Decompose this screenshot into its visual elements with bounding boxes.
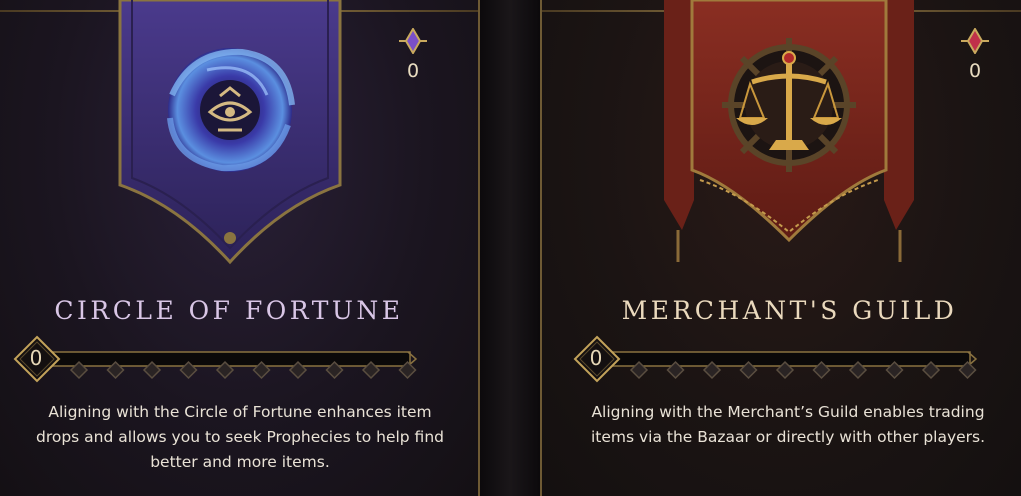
faction-card-circle-of-fortune[interactable]: 0 CIRCLE OF FORTUNE 0 Aligning with the …	[0, 0, 480, 496]
merchants-guild-banner	[664, 0, 914, 262]
swirl-eye-emblem-icon	[167, 48, 295, 172]
reputation-progress-track: 0	[12, 334, 418, 384]
faction-description: Aligning with the Merchant’s Guild enabl…	[590, 403, 986, 446]
currency-counter: 0	[393, 28, 433, 82]
faction-title: MERCHANT'S GUILD	[621, 296, 958, 325]
progress-bar	[573, 335, 978, 383]
progress-bar	[13, 335, 418, 383]
scales-wheel-emblem-icon	[722, 38, 856, 172]
purple-gem-icon	[399, 28, 427, 54]
reputation-progress-track: 0	[572, 334, 978, 384]
faction-card-merchants-guild[interactable]: 0 MERCHANT'S GUILD 0 Aligning with the M…	[540, 0, 1021, 496]
faction-title: CIRCLE OF FORTUNE	[54, 296, 404, 325]
reputation-level: 0	[589, 346, 603, 370]
circle-of-fortune-banner	[118, 0, 342, 265]
panel-divider	[480, 0, 540, 496]
currency-counter: 0	[955, 28, 995, 82]
reputation-level: 0	[29, 346, 43, 370]
faction-description: Aligning with the Circle of Fortune enha…	[35, 403, 444, 471]
red-gem-icon	[961, 28, 989, 54]
currency-value: 0	[968, 60, 982, 82]
currency-value: 0	[406, 60, 420, 82]
